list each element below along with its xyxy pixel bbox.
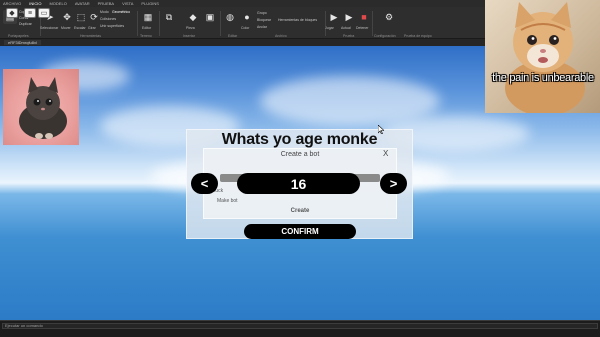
insert-group-label: Insertar: [183, 34, 195, 38]
move-icon: ✥: [63, 11, 71, 22]
tools-group-label: Herramientas: [80, 34, 102, 38]
status-bar: Ejecutar un comando: [0, 320, 600, 337]
chat-icon: ▭: [40, 10, 48, 17]
menu-icon: ≡: [27, 9, 33, 17]
tab-avatar[interactable]: AVATAR: [75, 1, 90, 6]
clipboard-group-label: Portapapeles: [8, 34, 29, 38]
game-settings-button[interactable]: ⚙: [382, 10, 396, 24]
terrain-group-label: Terreno: [140, 34, 152, 38]
next-age-button[interactable]: >: [380, 173, 407, 194]
ribbon-divider: [159, 11, 160, 36]
tab-home[interactable]: INICIO: [29, 1, 41, 6]
close-button[interactable]: X: [383, 149, 388, 158]
play-icon: ▶: [330, 11, 338, 22]
stop-label: Detener: [356, 26, 369, 30]
tab-model[interactable]: MODELO: [49, 1, 66, 6]
color-button[interactable]: ●: [240, 10, 254, 24]
terrain-editor-label: Editor: [142, 26, 152, 30]
collisions-toggle[interactable]: Colisiones: [100, 17, 116, 21]
create-button[interactable]: Create: [203, 208, 397, 214]
rotate-icon: ⟳: [90, 11, 98, 22]
tab-test[interactable]: PRUEBA: [98, 1, 114, 6]
mode-select[interactable]: Geométrico: [112, 10, 130, 14]
scale-icon: ⬚: [76, 11, 86, 22]
current-button[interactable]: ▶: [342, 10, 356, 24]
scale-label: Escalar: [74, 26, 86, 30]
place-tab[interactable]: eRF3lDmrqfu8xl: [4, 40, 41, 45]
move-button[interactable]: ✥: [60, 10, 74, 24]
anchor-button[interactable]: Anclar: [257, 25, 267, 29]
rotate-label: Girar: [88, 26, 96, 30]
toolbox-button[interactable]: ⧉: [162, 10, 176, 24]
current-label: Actual: [341, 26, 351, 30]
rotate-button[interactable]: ⟳: [87, 10, 101, 24]
team-test-group-label: Prueba de equipo: [404, 34, 432, 38]
stop-icon: ■: [361, 12, 367, 22]
part-button[interactable]: ◆: [186, 10, 200, 24]
meme-kitten-image: [485, 0, 600, 113]
hamburger-menu-button[interactable]: ≡: [24, 8, 36, 18]
part-icon: ◆: [189, 11, 197, 22]
command-bar-input[interactable]: Ejecutar un comando: [2, 323, 598, 329]
file-menu[interactable]: ARCHIVO: [3, 1, 21, 6]
ribbon-divider: [325, 11, 326, 36]
mouse-cursor-icon: [378, 125, 384, 134]
duplicate-option[interactable]: Duplicar: [19, 22, 32, 26]
meme-caption: the pain is unbearable: [492, 72, 594, 84]
chat-button[interactable]: ▭: [38, 8, 50, 18]
kitten-photo: [3, 69, 79, 145]
confirm-button[interactable]: CONFIRM: [244, 224, 356, 239]
gear-icon: ⚙: [384, 11, 394, 22]
ribbon-divider: [220, 11, 221, 36]
toolbox-icon: ⧉: [165, 11, 173, 22]
current-icon: ▶: [345, 11, 353, 22]
edit-group-label: Editar: [228, 34, 238, 38]
lock-button[interactable]: Bloquear: [257, 18, 271, 22]
part-label: Pieza: [186, 26, 195, 30]
play-label: Jugar: [325, 26, 334, 30]
join-surfaces-toggle[interactable]: Unir superficies: [100, 24, 124, 28]
make-bot-label: Make bot: [217, 198, 238, 204]
select-label: Seleccionar: [40, 26, 59, 30]
settings-group-label: Configuración: [374, 34, 396, 38]
roblox-logo-icon: ◆: [9, 10, 15, 17]
color-icon: ●: [244, 12, 250, 22]
tab-view[interactable]: VISTA: [122, 1, 133, 6]
material-icon: ◍: [226, 11, 234, 22]
terrain-icon: ▦: [143, 11, 153, 22]
material-button[interactable]: ◍: [223, 10, 237, 24]
terrain-editor-button[interactable]: ▦: [141, 10, 155, 24]
file-group-label: Archivo: [275, 34, 287, 38]
test-group-label: Prueba: [343, 34, 355, 38]
ribbon-divider: [372, 11, 373, 36]
ui-button[interactable]: ▣: [203, 10, 217, 24]
age-value: 16: [237, 173, 360, 194]
color-label: Color: [241, 26, 250, 30]
ui-icon: ▣: [205, 11, 215, 22]
block-tools-button[interactable]: Herramientas de bloques: [278, 18, 317, 22]
prev-age-button[interactable]: <: [191, 173, 218, 194]
group-button[interactable]: Grupo: [257, 11, 267, 15]
create-bot-title: Create a bot: [280, 151, 320, 158]
move-label: Mover: [61, 26, 71, 30]
mode-label: Modo: [100, 10, 109, 14]
ribbon-divider: [137, 11, 138, 36]
roblox-menu-button[interactable]: ◆: [6, 8, 18, 18]
tab-plugins[interactable]: PLUGINS: [141, 1, 159, 6]
play-button[interactable]: ▶: [327, 10, 341, 24]
stop-button[interactable]: ■: [357, 10, 371, 24]
scale-button[interactable]: ⬚: [74, 10, 88, 24]
